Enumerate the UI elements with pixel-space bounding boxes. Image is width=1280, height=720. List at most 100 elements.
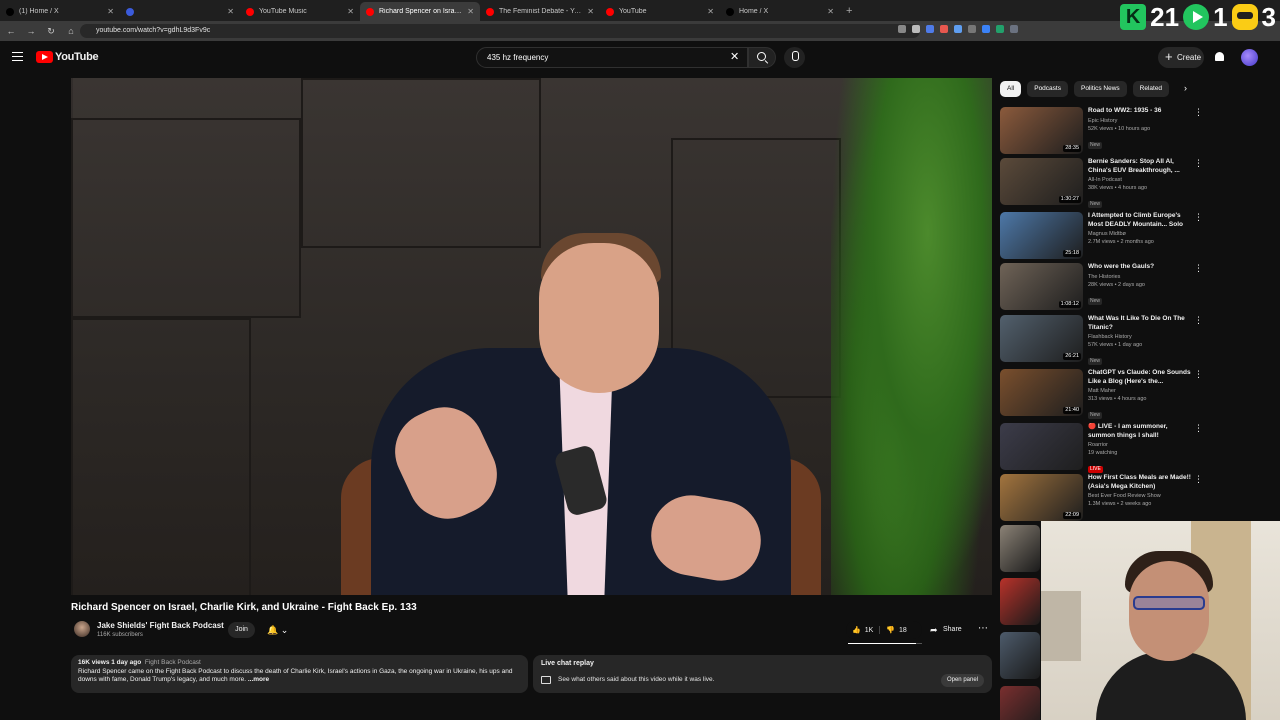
browser-tab[interactable]: The Feminist Debate - YouTube ✕ — [480, 2, 600, 21]
video-thumbnail[interactable]: 28:35 — [1000, 107, 1083, 154]
video-thumbnail[interactable]: 21:40 — [1000, 369, 1083, 416]
browser-tab[interactable]: ✕ — [120, 2, 240, 21]
more-options-icon[interactable]: ⋮ — [1194, 474, 1203, 485]
video-thumbnail[interactable] — [1000, 632, 1040, 679]
extension-icon[interactable] — [898, 25, 906, 33]
more-options-icon[interactable]: ⋮ — [1194, 315, 1203, 326]
more-options-icon[interactable]: ⋮ — [1194, 263, 1203, 274]
browser-tab[interactable]: YouTube ✕ — [600, 2, 720, 21]
notifications-bell-icon[interactable] — [1214, 52, 1225, 63]
close-tab-icon[interactable]: ✕ — [347, 7, 354, 16]
recommendation-channel[interactable]: The Histories — [1088, 273, 1192, 281]
browser-tab[interactable]: YouTube Music ✕ — [240, 2, 360, 21]
recommendation-channel[interactable]: Epic History — [1088, 117, 1192, 125]
recommendation-channel[interactable]: Matt Maher — [1088, 387, 1192, 395]
filter-chip[interactable]: Podcasts — [1027, 81, 1068, 97]
close-tab-icon[interactable]: ✕ — [107, 7, 114, 16]
more-options-icon[interactable]: ⋮ — [1194, 423, 1203, 434]
recommendation-item[interactable]: 1:30:27 Bernie Sanders: Stop All AI, Chin… — [1000, 158, 1205, 208]
video-thumbnail[interactable] — [1000, 578, 1040, 625]
more-options-icon[interactable]: ⋮ — [1194, 212, 1203, 223]
voice-search-button[interactable] — [784, 47, 805, 68]
open-panel-button[interactable]: Open panel — [940, 674, 984, 687]
search-button[interactable] — [748, 47, 776, 68]
channel-avatar[interactable] — [74, 621, 90, 637]
recommendation-channel[interactable]: Best Ever Food Review Show — [1088, 492, 1192, 500]
extension-icon[interactable] — [968, 25, 976, 33]
recommendation-item[interactable]: 21:40 ChatGPT vs Claude: One Sounds Like … — [1000, 369, 1205, 419]
forward-icon[interactable]: → — [26, 26, 36, 36]
description-box[interactable]: 16K views 1 day ago Fight Back Podcast R… — [71, 655, 528, 693]
close-tab-icon[interactable]: ✕ — [707, 7, 714, 16]
search-input[interactable]: 435 hz frequency — [476, 47, 748, 68]
recommendation-item[interactable]: 28:35 Road to WW2: 1935 - 36 Epic History 5… — [1000, 107, 1205, 155]
filter-chip[interactable]: Politics News — [1073, 81, 1127, 97]
address-bar[interactable]: youtube.com/watch?v=gdhL9d3Fv9c — [80, 24, 920, 38]
video-thumbnail[interactable]: 1:08:12 — [1000, 263, 1083, 310]
show-more-link[interactable]: ...more — [248, 676, 269, 683]
close-tab-icon[interactable]: ✕ — [467, 7, 474, 16]
dislike-button[interactable]: 👎 18 — [880, 626, 913, 635]
recommendation-item[interactable]: 26:21 What Was It Like To Die On The Tita… — [1000, 315, 1205, 365]
video-thumbnail[interactable]: 26:21 — [1000, 315, 1083, 362]
recommendation-title[interactable]: ChatGPT vs Claude: One Sounds Like a Blo… — [1088, 369, 1192, 386]
video-player[interactable] — [71, 78, 992, 595]
recommendation-item[interactable]: 1:08:12 Who were the Gauls? The Histories 2… — [1000, 263, 1205, 311]
chevron-right-icon[interactable]: › — [1184, 83, 1187, 93]
extension-icon[interactable] — [954, 25, 962, 33]
hashtag-link[interactable]: Fight Back Podcast — [145, 659, 201, 666]
recommendation-title[interactable]: Who were the Gauls? — [1088, 263, 1192, 272]
video-thumbnail[interactable]: 25:18 — [1000, 212, 1083, 259]
recommendation-title[interactable]: 🔴 LIVE - I am summoner, summon things I … — [1088, 423, 1192, 440]
menu-icon[interactable] — [12, 52, 23, 61]
bookmark-star-icon[interactable] — [912, 25, 920, 33]
filter-chip[interactable]: All — [1000, 81, 1022, 97]
video-thumbnail[interactable] — [1000, 686, 1040, 720]
extension-icon[interactable] — [982, 25, 990, 33]
browser-tab[interactable]: Home / X ✕ — [720, 2, 840, 21]
extension-icon[interactable] — [1010, 25, 1018, 33]
extension-icon[interactable] — [996, 25, 1004, 33]
recommendation-title[interactable]: Road to WW2: 1935 - 36 — [1088, 107, 1192, 116]
youtube-logo[interactable]: YouTube — [36, 51, 99, 63]
share-button[interactable]: Share — [926, 621, 970, 639]
more-options-icon[interactable]: ⋮ — [1194, 107, 1203, 118]
join-button[interactable]: Join — [228, 622, 255, 638]
more-options-icon[interactable]: ⋮ — [1194, 369, 1203, 380]
back-icon[interactable]: ← — [6, 26, 16, 36]
home-icon[interactable]: ⌂ — [66, 26, 76, 36]
video-thumbnail[interactable]: 22:09 — [1000, 474, 1083, 521]
subscription-notifications-button[interactable]: 🔔 ⌄ — [262, 622, 296, 638]
extension-icon[interactable] — [926, 25, 934, 33]
browser-tab[interactable]: (1) Home / X ✕ — [0, 2, 120, 21]
channel-name[interactable]: Jake Shields' Fight Back Podcast — [97, 621, 224, 630]
new-tab-icon[interactable]: + — [840, 2, 858, 21]
close-tab-icon[interactable]: ✕ — [827, 7, 834, 16]
recommendation-title[interactable]: I Attempted to Climb Europe's Most DEADL… — [1088, 212, 1192, 229]
more-actions-icon[interactable]: ⋯ — [975, 621, 991, 639]
recommendation-channel[interactable]: Magnus Midtbø — [1088, 230, 1192, 238]
recommendation-title[interactable]: What Was It Like To Die On The Titanic? — [1088, 315, 1192, 332]
recommendation-channel[interactable]: Roarrior — [1088, 441, 1192, 449]
filter-chip[interactable]: Related — [1132, 81, 1170, 97]
close-tab-icon[interactable]: ✕ — [227, 7, 234, 16]
video-thumbnail[interactable]: 1:30:27 — [1000, 158, 1083, 205]
video-thumbnail[interactable] — [1000, 423, 1083, 470]
more-options-icon[interactable]: ⋮ — [1194, 158, 1203, 169]
recommendation-title[interactable]: Bernie Sanders: Stop All AI, China's EUV… — [1088, 158, 1192, 175]
recommendation-channel[interactable]: Flashback History — [1088, 333, 1192, 341]
like-button[interactable]: 👍 1K — [846, 626, 881, 634]
recommendation-channel[interactable]: All-In Podcast — [1088, 176, 1192, 184]
recommendation-item[interactable]: 22:09 How First Class Meals are Made!! (A… — [1000, 474, 1205, 522]
recommendation-title[interactable]: How First Class Meals are Made!! (Asia's… — [1088, 474, 1192, 491]
browser-tab[interactable]: Richard Spencer on Israel, C ✕ — [360, 2, 480, 21]
recommendation-item[interactable]: 🔴 LIVE - I am summoner, summon things I … — [1000, 423, 1205, 473]
account-avatar[interactable] — [1241, 49, 1258, 66]
video-thumbnail[interactable] — [1000, 525, 1040, 572]
close-tab-icon[interactable]: ✕ — [587, 7, 594, 16]
reload-icon[interactable]: ↻ — [46, 26, 56, 37]
recommendation-item[interactable]: 25:18 I Attempted to Climb Europe's Most … — [1000, 212, 1205, 260]
clear-search-icon[interactable]: ✕ — [730, 50, 739, 63]
create-button[interactable]: Create — [1158, 46, 1204, 68]
extension-icon[interactable] — [940, 25, 948, 33]
